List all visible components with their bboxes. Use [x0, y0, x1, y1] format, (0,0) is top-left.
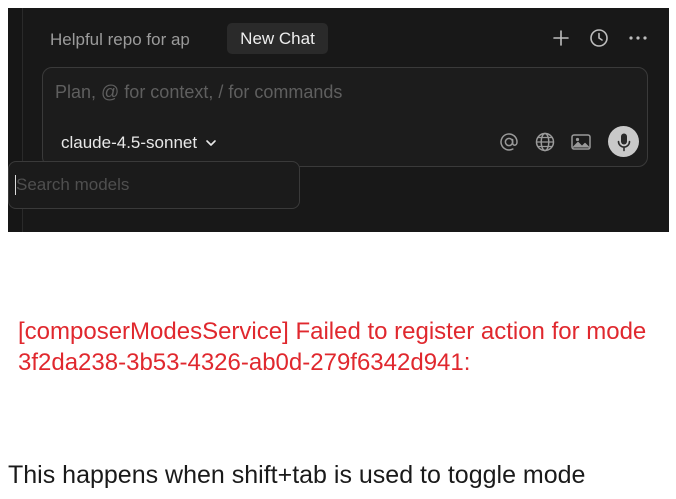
history-clock-icon[interactable]: [587, 26, 611, 50]
plus-icon[interactable]: [549, 26, 573, 50]
model-search-dropdown[interactable]: Search models: [8, 161, 300, 209]
image-icon[interactable]: [569, 130, 593, 154]
microphone-icon[interactable]: [608, 126, 639, 157]
screenshot-panel: Helpful repo for ap New Chat Plan, @ for…: [8, 8, 669, 232]
at-mention-icon[interactable]: [497, 130, 521, 154]
composer-input[interactable]: Plan, @ for context, / for commands: [55, 82, 342, 103]
tab-new-chat[interactable]: New Chat: [227, 23, 328, 54]
more-dots-icon[interactable]: [626, 26, 650, 50]
chevron-down-icon: [205, 139, 217, 147]
globe-icon[interactable]: [533, 130, 557, 154]
model-search-input[interactable]: Search models: [16, 175, 129, 195]
composer-box[interactable]: Plan, @ for context, / for commands clau…: [42, 67, 648, 167]
model-selector-button[interactable]: claude-4.5-sonnet: [61, 131, 217, 155]
error-message: [composerModesService] Failed to registe…: [18, 318, 647, 376]
model-label: claude-4.5-sonnet: [61, 133, 198, 152]
tab-helpful-repo[interactable]: Helpful repo for ap: [50, 28, 215, 52]
post-body-text: This happens when shift+tab is used to t…: [8, 461, 586, 489]
